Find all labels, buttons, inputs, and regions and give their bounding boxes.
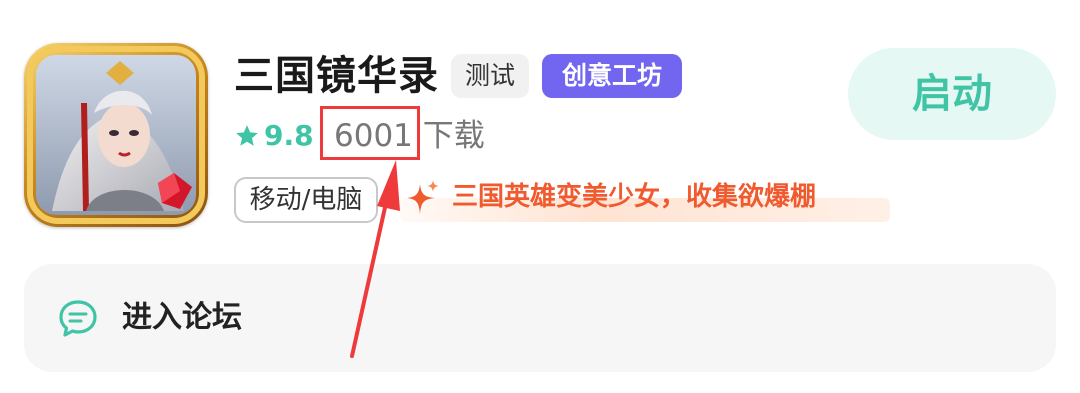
chat-bubble-icon	[59, 300, 97, 337]
download-suffix: 下载	[422, 118, 485, 154]
app-slogan: 三国英雄变美少女，收集欲爆棚	[452, 182, 817, 212]
star-icon	[236, 125, 258, 146]
download-count-highlight	[320, 106, 420, 160]
platform-tag: 移动/电脑	[234, 177, 378, 223]
tag-test: 测试	[451, 54, 529, 98]
app-icon-artwork	[27, 46, 205, 224]
tag-creative-workshop[interactable]: 创意工坊	[542, 54, 682, 98]
app-icon[interactable]	[24, 43, 208, 227]
launch-button[interactable]: 启动	[848, 48, 1056, 140]
sparkle-icon	[407, 180, 439, 214]
rating-value: 9.8	[264, 119, 314, 152]
app-title: 三国镜华录	[234, 53, 439, 99]
forum-label[interactable]: 进入论坛	[122, 296, 242, 340]
